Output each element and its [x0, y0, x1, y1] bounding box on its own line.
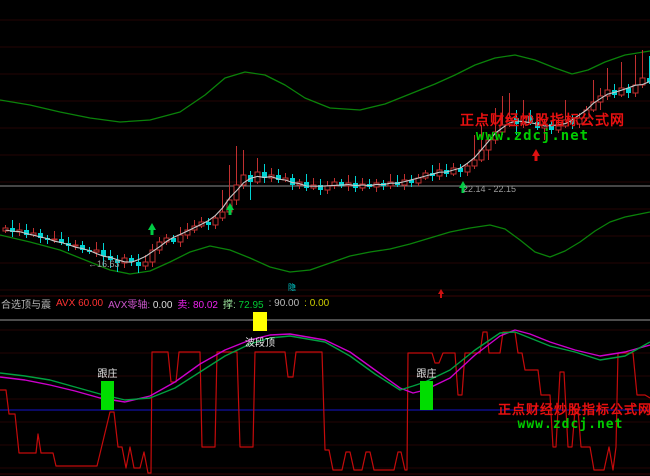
candle-up: [465, 166, 470, 172]
candle-up: [577, 118, 582, 124]
candle-up: [73, 245, 78, 246]
lower-band-line: [0, 212, 650, 274]
candle-up: [325, 186, 330, 190]
signal-box: [420, 381, 433, 410]
candle-up: [52, 239, 57, 240]
signal-box: [101, 381, 114, 410]
buy-arrow-icon: [459, 181, 467, 193]
indicator-field-90: : 90.00: [269, 298, 300, 309]
magenta-line: [0, 330, 650, 402]
moving-average-line: [6, 82, 650, 263]
indicator-field-avx-zero: AVX零轴: 0.00: [108, 296, 172, 311]
buy-arrow-icon: [148, 223, 156, 235]
candle-up: [213, 218, 218, 225]
candle-down: [206, 222, 211, 225]
candle-up: [521, 116, 526, 124]
candle-up: [143, 262, 148, 266]
stock-chart-app: 正点财经炒股指标公式网 www.zdcj.net 正点财经炒股指标公式网 www…: [0, 0, 650, 476]
upper-band-line: [0, 51, 650, 122]
indicator-field-support: 撑: 72.95: [223, 296, 264, 311]
signal-box: [253, 312, 267, 331]
candle-up: [220, 212, 225, 218]
indicator-title: 合选顶与震: [1, 296, 51, 311]
candle-down: [528, 116, 533, 122]
indicator-header: 合选顶与震 AVX 60.00 AVX零轴: 0.00 卖: 80.02 撑: …: [1, 297, 329, 310]
indicator-field-avx: AVX 60.00: [56, 298, 103, 309]
candle-down: [136, 262, 141, 266]
alert-arrow-icon: [532, 149, 540, 161]
candle-up: [94, 250, 99, 252]
indicator-field-0: : 0.00: [304, 298, 329, 309]
candle-up: [178, 235, 183, 242]
chart-canvas[interactable]: [0, 0, 650, 476]
indicator-field-sell: 卖: 80.02: [177, 296, 218, 311]
candle-up: [472, 160, 477, 166]
candle-up: [556, 126, 561, 130]
